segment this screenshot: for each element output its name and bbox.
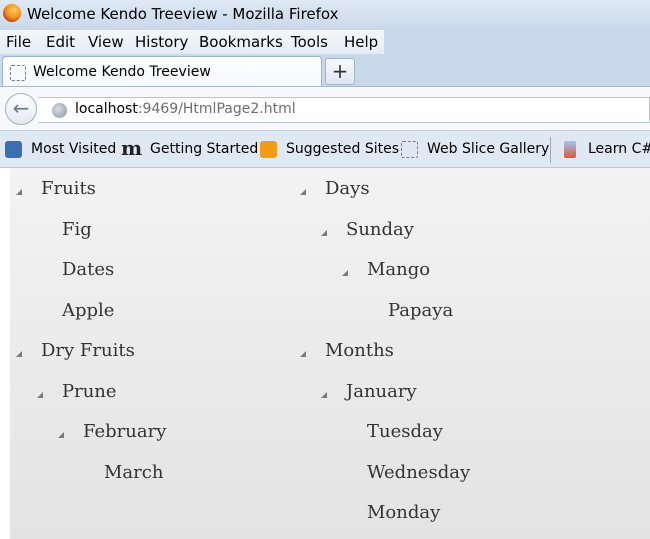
tab-welcome[interactable]: Welcome Kendo Treeview <box>2 56 322 88</box>
menu-help[interactable]: Help <box>344 33 378 51</box>
bookmark-most-visited[interactable]: Most Visited <box>31 141 116 157</box>
new-tab-button[interactable]: + <box>325 58 355 85</box>
url-path: :9469/HtmlPage2.html <box>137 101 296 117</box>
bookmarks-bar: Most Visited m Getting Started Suggested… <box>0 130 650 168</box>
menu-bar: File Edit View History Bookmarks Tools H… <box>0 30 384 54</box>
expand-toggle-icon[interactable] <box>321 229 327 236</box>
bookmark-separator <box>550 137 551 163</box>
tree-node-label[interactable]: Dates <box>62 259 114 280</box>
tree-node-label[interactable]: Prune <box>62 381 117 402</box>
page-icon <box>10 65 26 81</box>
tree-node-label[interactable]: Monday <box>367 502 440 523</box>
tree-node-label[interactable]: Days <box>325 178 370 199</box>
tree-node-label[interactable]: January <box>346 381 417 402</box>
learn-csharp-icon <box>564 141 576 158</box>
expand-toggle-icon[interactable] <box>58 432 64 438</box>
bookmark-web-slice-gallery[interactable]: Web Slice Gallery <box>427 141 549 157</box>
menu-tools[interactable]: Tools <box>291 33 328 51</box>
tree-node-label[interactable]: Sunday <box>346 219 414 240</box>
menu-bookmarks[interactable]: Bookmarks <box>199 33 283 51</box>
title-bar: Welcome Kendo Treeview - Mozilla Firefox <box>0 0 650 30</box>
navigation-bar: localhost:9469/HtmlPage2.html ← <box>0 86 650 130</box>
tab-strip: Welcome Kendo Treeview + <box>0 54 650 88</box>
expand-toggle-icon[interactable] <box>300 189 306 195</box>
menu-edit[interactable]: Edit <box>46 33 75 51</box>
tree-node-label[interactable]: March <box>104 462 163 483</box>
expand-toggle-icon[interactable] <box>16 351 22 357</box>
tree-node-label[interactable]: Dry Fruits <box>41 340 135 361</box>
tab-label: Welcome Kendo Treeview <box>33 64 211 80</box>
tree-node-label[interactable]: February <box>83 421 166 442</box>
url-bar[interactable]: localhost:9469/HtmlPage2.html <box>38 97 650 123</box>
tree-node-label[interactable]: Tuesday <box>367 421 443 442</box>
tree-node-label[interactable]: Wednesday <box>367 462 470 483</box>
expand-toggle-icon[interactable] <box>300 351 306 357</box>
tree-node-label[interactable]: Months <box>325 340 394 361</box>
expand-toggle-icon[interactable] <box>321 391 327 398</box>
tree-node-label[interactable]: Papaya <box>388 300 453 321</box>
menu-view[interactable]: View <box>88 33 124 51</box>
bookmark-getting-started[interactable]: Getting Started <box>150 141 258 157</box>
back-button[interactable]: ← <box>5 93 37 125</box>
tree-node-label[interactable]: Fig <box>62 219 92 240</box>
expand-toggle-icon[interactable] <box>37 391 43 398</box>
getting-started-icon: m <box>121 136 143 160</box>
bookmark-learn-csharp[interactable]: Learn C#, <box>588 141 650 157</box>
menu-file[interactable]: File <box>6 33 31 51</box>
expand-toggle-icon[interactable] <box>342 270 348 276</box>
menu-history[interactable]: History <box>135 33 188 51</box>
tree-node-label[interactable]: Apple <box>62 300 114 321</box>
page-content: Fruits Fig Dates Apple Dry Fruits Prune Februa… <box>10 168 650 539</box>
url-host: localhost <box>75 101 138 117</box>
tree-node-label[interactable]: Fruits <box>41 178 96 199</box>
firefox-logo-icon <box>3 4 21 22</box>
window-title: Welcome Kendo Treeview - Mozilla Firefox <box>27 5 339 23</box>
globe-icon <box>52 103 67 118</box>
web-slice-icon <box>401 141 418 158</box>
suggested-sites-icon <box>260 141 277 158</box>
expand-toggle-icon[interactable] <box>16 189 22 195</box>
tree-node-label[interactable]: Mango <box>367 259 430 280</box>
url-text[interactable]: localhost:9469/HtmlPage2.html <box>75 101 296 117</box>
most-visited-icon <box>5 141 22 158</box>
bookmark-suggested-sites[interactable]: Suggested Sites <box>286 141 399 157</box>
